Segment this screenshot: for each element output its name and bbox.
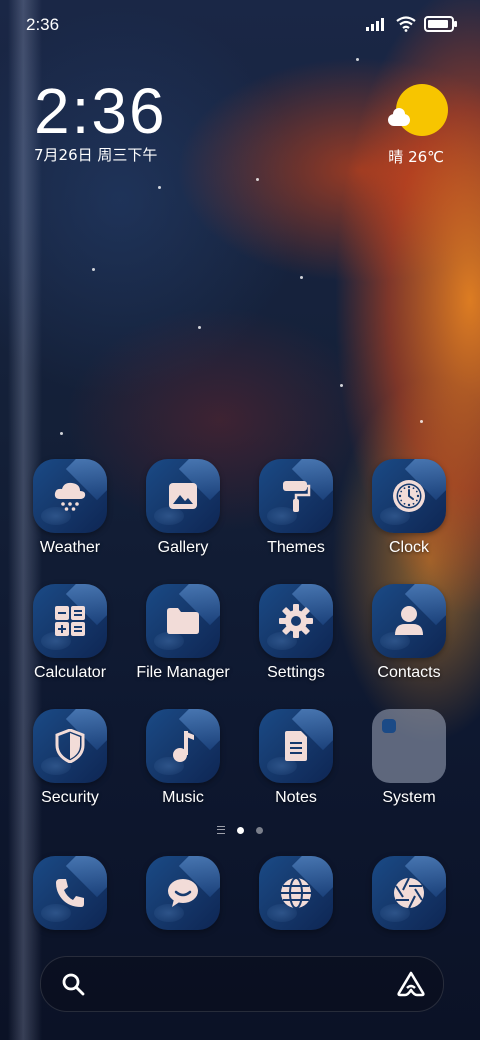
- clock-icon: [372, 459, 446, 533]
- dock-browser[interactable]: [241, 856, 351, 930]
- weather-cloud-snow-icon: [33, 459, 107, 533]
- app-contacts[interactable]: Contacts: [354, 584, 464, 682]
- calculator-app-tile: [33, 584, 107, 658]
- weather-widget[interactable]: 晴 26℃: [358, 84, 448, 174]
- star: [420, 420, 423, 423]
- page-dot-active[interactable]: [237, 826, 244, 834]
- chat-bubble-icon: [146, 856, 220, 930]
- star: [300, 276, 303, 279]
- app-label: Music: [162, 789, 204, 806]
- app-label: Calculator: [33, 664, 107, 681]
- gallery-app-tile: [146, 459, 220, 533]
- status-time: 2:36: [26, 15, 60, 34]
- star: [340, 384, 343, 387]
- folder-group-icon: [382, 719, 396, 733]
- person-icon: [372, 584, 446, 658]
- app-label: File Manager: [136, 664, 230, 681]
- app-label: Themes: [267, 539, 325, 556]
- app-label: Contacts: [377, 664, 441, 681]
- app-file-manager[interactable]: File Manager: [128, 584, 238, 682]
- status-icons: [366, 16, 457, 32]
- music-app-tile: [146, 709, 220, 783]
- weather-app-tile: [33, 459, 107, 533]
- camera-shutter-icon: [372, 856, 446, 930]
- paint-roller-icon: [259, 459, 333, 533]
- app-label: Security: [41, 789, 99, 806]
- gear-icon: [259, 584, 333, 658]
- themes-app-tile: [259, 459, 333, 533]
- dock-camera[interactable]: [354, 856, 464, 930]
- settings-app-tile: [259, 584, 333, 658]
- star: [356, 58, 359, 61]
- battery-fill: [428, 20, 448, 28]
- wifi-icon: [396, 16, 416, 32]
- app-label: System: [382, 789, 436, 806]
- app-folder-system[interactable]: System: [354, 709, 464, 807]
- page-dot[interactable]: [256, 826, 263, 834]
- phone-icon: [33, 856, 107, 930]
- notes-app-tile: [259, 709, 333, 783]
- music-note-icon: [146, 709, 220, 783]
- status-bar: 2:36: [0, 0, 480, 50]
- app-themes[interactable]: Themes: [241, 459, 351, 557]
- star: [60, 432, 63, 435]
- app-calculator[interactable]: Calculator: [15, 584, 125, 682]
- system-folder-tile: [372, 709, 446, 783]
- shield-icon: [33, 709, 107, 783]
- app-settings[interactable]: Settings: [241, 584, 351, 682]
- file-manager-app-tile: [146, 584, 220, 658]
- star: [198, 326, 201, 329]
- signal-icon: [366, 18, 384, 31]
- app-gallery[interactable]: Gallery: [128, 459, 238, 557]
- app-notes[interactable]: Notes: [241, 709, 351, 807]
- globe-icon: [259, 856, 333, 930]
- app-label: Clock: [388, 539, 429, 556]
- clock-widget[interactable]: 2:36 7月26日 周三下午: [34, 78, 167, 165]
- search-icon[interactable]: [61, 972, 85, 996]
- phone-app-tile: [33, 856, 107, 930]
- folder-icon: [146, 584, 220, 658]
- app-security[interactable]: Security: [15, 709, 125, 807]
- messages-app-tile: [146, 856, 220, 930]
- app-clock[interactable]: Clock: [354, 459, 464, 557]
- dock-phone[interactable]: [15, 856, 125, 930]
- dock-messages[interactable]: [128, 856, 238, 930]
- widget-time: 2:36: [34, 75, 167, 147]
- widget-date: 7月26日 周三下午: [34, 146, 158, 164]
- image-icon: [146, 459, 220, 533]
- app-label: Settings: [267, 664, 325, 681]
- note-icon: [259, 709, 333, 783]
- browser-app-tile: [259, 856, 333, 930]
- assistant-icon[interactable]: [397, 971, 425, 997]
- star: [92, 268, 95, 271]
- clock-app-tile: [372, 459, 446, 533]
- battery-icon: [424, 16, 457, 32]
- app-music[interactable]: Music: [128, 709, 238, 807]
- app-label: Gallery: [157, 539, 209, 556]
- contacts-app-tile: [372, 584, 446, 658]
- calculator-icon: [33, 584, 107, 658]
- page-indicator[interactable]: [0, 826, 480, 834]
- app-label: Weather: [39, 539, 101, 556]
- app-weather[interactable]: Weather: [15, 459, 125, 557]
- app-list-icon[interactable]: [217, 826, 225, 834]
- camera-app-tile: [372, 856, 446, 930]
- search-bar[interactable]: [40, 956, 444, 1012]
- weather-condition-temp: 晴 26℃: [388, 148, 444, 166]
- app-label: Notes: [275, 789, 317, 806]
- cloud-icon: [388, 108, 410, 126]
- star: [158, 186, 161, 189]
- security-app-tile: [33, 709, 107, 783]
- star: [256, 178, 259, 181]
